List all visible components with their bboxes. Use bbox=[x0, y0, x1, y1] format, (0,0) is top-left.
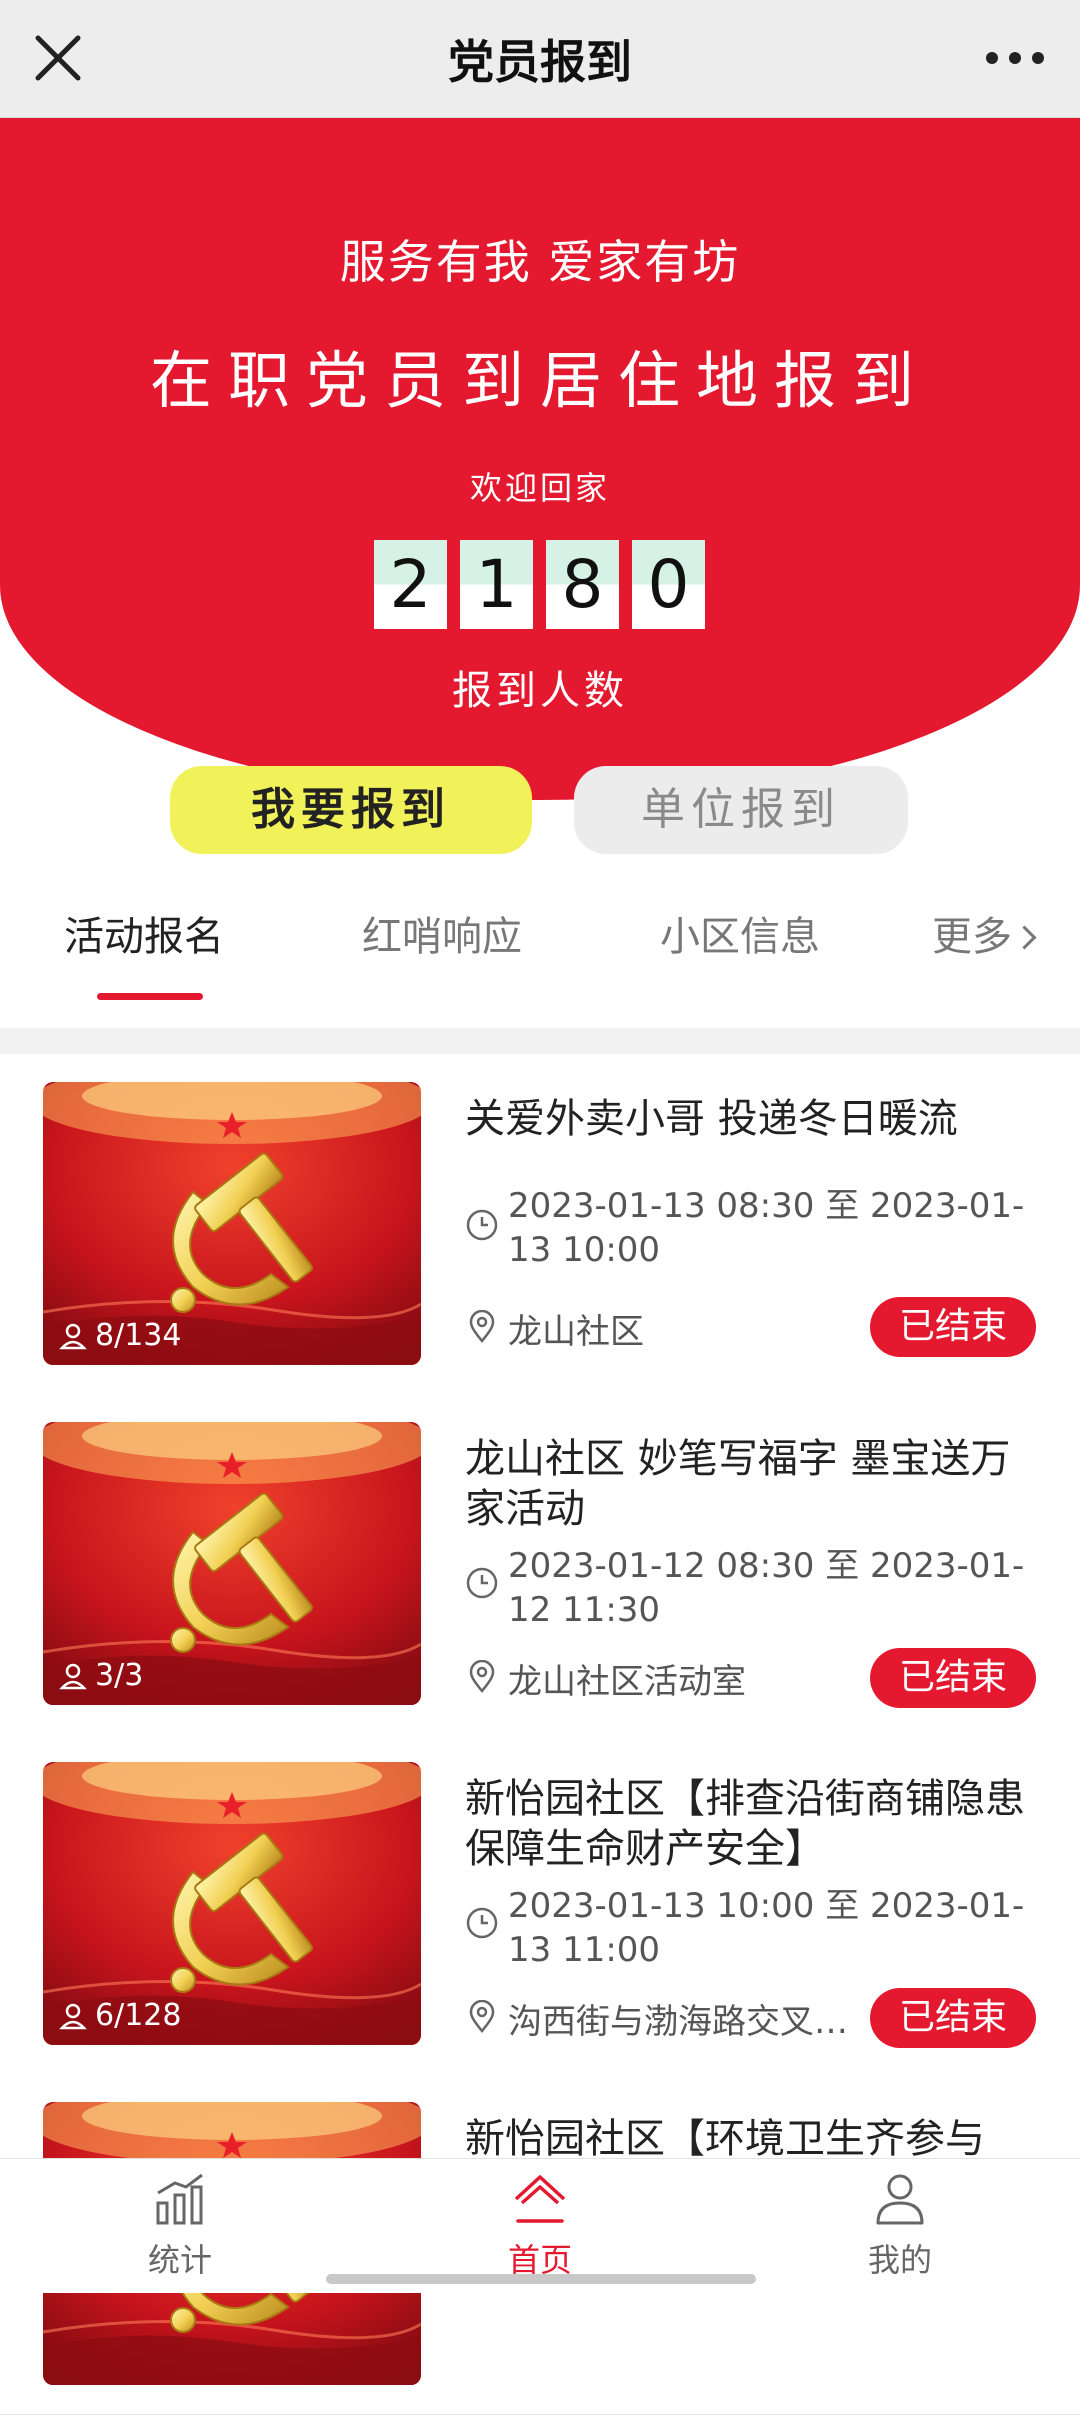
hero-slogan: 服务有我 爱家有坊 bbox=[339, 235, 741, 289]
tab-more[interactable]: 更多 bbox=[932, 904, 1037, 962]
activity-title: 新怡园社区【排查沿街商铺隐患 保障生命财产安全】 bbox=[465, 1776, 1025, 1872]
clock-icon bbox=[466, 1907, 498, 1939]
location-pin-icon bbox=[469, 2000, 495, 2033]
clock-icon bbox=[466, 1567, 498, 1599]
bottom-nav: 统计 首页 我的 bbox=[0, 2158, 1080, 2293]
attendance-count: 3/3 bbox=[59, 1658, 143, 1693]
nav-label: 统计 bbox=[147, 2241, 212, 2279]
attendance-text: 8/134 bbox=[95, 1318, 182, 1353]
top-app-bar: 党员报到 bbox=[0, 0, 1080, 118]
tab-community-info[interactable]: 小区信息 bbox=[660, 904, 820, 962]
status-badge: 已结束 bbox=[870, 1988, 1036, 2048]
hero-headline: 在职党员到居住地报到 bbox=[149, 344, 930, 417]
activity-location: 龙山社区 bbox=[508, 1312, 644, 1352]
status-badge: 已结束 bbox=[870, 1648, 1036, 1708]
tab-activity-signup[interactable]: 活动报名 bbox=[64, 904, 224, 962]
section-divider bbox=[0, 1028, 1080, 1054]
activity-title: 龙山社区 妙笔写福字 墨宝送万家活动 bbox=[465, 1436, 1011, 1532]
active-tab-indicator bbox=[97, 993, 203, 1000]
attendance-text: 3/3 bbox=[95, 1658, 144, 1693]
nav-stats[interactable]: 统计 bbox=[80, 2169, 280, 2281]
stats-bar-icon bbox=[156, 2173, 203, 2225]
page-title: 党员报到 bbox=[448, 35, 632, 89]
tab-red-whistle[interactable]: 红哨响应 bbox=[362, 904, 522, 962]
counter-digit: 1 bbox=[460, 540, 533, 629]
attendance-text: 6/128 bbox=[95, 1998, 182, 2033]
hero-banner: 服务有我 爱家有坊 在职党员到居住地报到 欢迎回家 2 1 8 0 报到人数 bbox=[0, 118, 1080, 800]
counter-digit: 8 bbox=[546, 540, 619, 629]
activity-time: 2023-01-13 08:30 至 2023-01-13 10:00 bbox=[508, 1186, 1025, 1270]
chevron-right-icon bbox=[1012, 925, 1037, 950]
activity-thumbnail: 8/134 bbox=[43, 1082, 421, 1365]
attendance-count: 6/128 bbox=[59, 1998, 181, 2033]
status-badge: 已结束 bbox=[870, 1297, 1036, 1357]
activity-item[interactable]: 6/128 新怡园社区【排查沿街商铺隐患 保障生命财产安全】 2023-01-1… bbox=[0, 1734, 1080, 2075]
person-icon bbox=[59, 1323, 87, 1349]
person-icon bbox=[59, 2003, 87, 2029]
location-pin-icon bbox=[469, 1660, 495, 1693]
counter-digit: 0 bbox=[632, 540, 705, 629]
tab-label: 活动报名 bbox=[64, 914, 224, 960]
unit-register-button[interactable]: 单位报到 bbox=[574, 766, 908, 854]
activity-item[interactable]: 8/134 关爱外卖小哥 投递冬日暖流 2023-01-13 08:30 至 2… bbox=[0, 1054, 1080, 1395]
counter-digit: 2 bbox=[374, 540, 447, 629]
tab-label: 小区信息 bbox=[660, 914, 820, 960]
tab-label: 红哨响应 bbox=[362, 914, 522, 960]
activity-item[interactable]: 3/3 龙山社区 妙笔写福字 墨宝送万家活动 2023-01-12 08:30 … bbox=[0, 1394, 1080, 1735]
nav-label: 我的 bbox=[867, 2241, 932, 2279]
attendance-count: 8/134 bbox=[59, 1318, 181, 1353]
counter-label: 报到人数 bbox=[452, 668, 628, 714]
activity-location: 沟西街与渤海路交叉… bbox=[508, 2002, 848, 2042]
clock-icon bbox=[466, 1209, 498, 1241]
more-dots-icon[interactable] bbox=[980, 30, 1050, 86]
tab-bar: 活动报名 红哨响应 小区信息 更多 bbox=[0, 880, 1080, 1030]
user-icon bbox=[876, 2174, 924, 2225]
activity-title: 新怡园社区【环境卫生齐参与 bbox=[465, 2116, 985, 2162]
welcome-text: 欢迎回家 bbox=[469, 469, 610, 507]
location-pin-icon bbox=[469, 1310, 495, 1343]
activity-thumbnail: 6/128 bbox=[43, 1762, 421, 2045]
activity-location: 龙山社区活动室 bbox=[508, 1662, 746, 1702]
nav-mine[interactable]: 我的 bbox=[800, 2169, 1000, 2281]
check-in-counter: 2 1 8 0 bbox=[374, 540, 705, 629]
activity-time: 2023-01-12 08:30 至 2023-01-12 11:30 bbox=[508, 1546, 1025, 1630]
register-button[interactable]: 我要报到 bbox=[170, 766, 532, 854]
activity-title: 关爱外卖小哥 投递冬日暖流 bbox=[465, 1096, 958, 1142]
activity-time: 2023-01-13 10:00 至 2023-01-13 11:00 bbox=[508, 1886, 1025, 1970]
tab-label: 更多 bbox=[932, 914, 1012, 960]
nav-home[interactable]: 首页 bbox=[440, 2169, 640, 2281]
home-indicator bbox=[326, 2274, 756, 2284]
person-icon bbox=[59, 1663, 87, 1689]
home-icon bbox=[514, 2175, 566, 2223]
activity-thumbnail: 3/3 bbox=[43, 1422, 421, 1705]
